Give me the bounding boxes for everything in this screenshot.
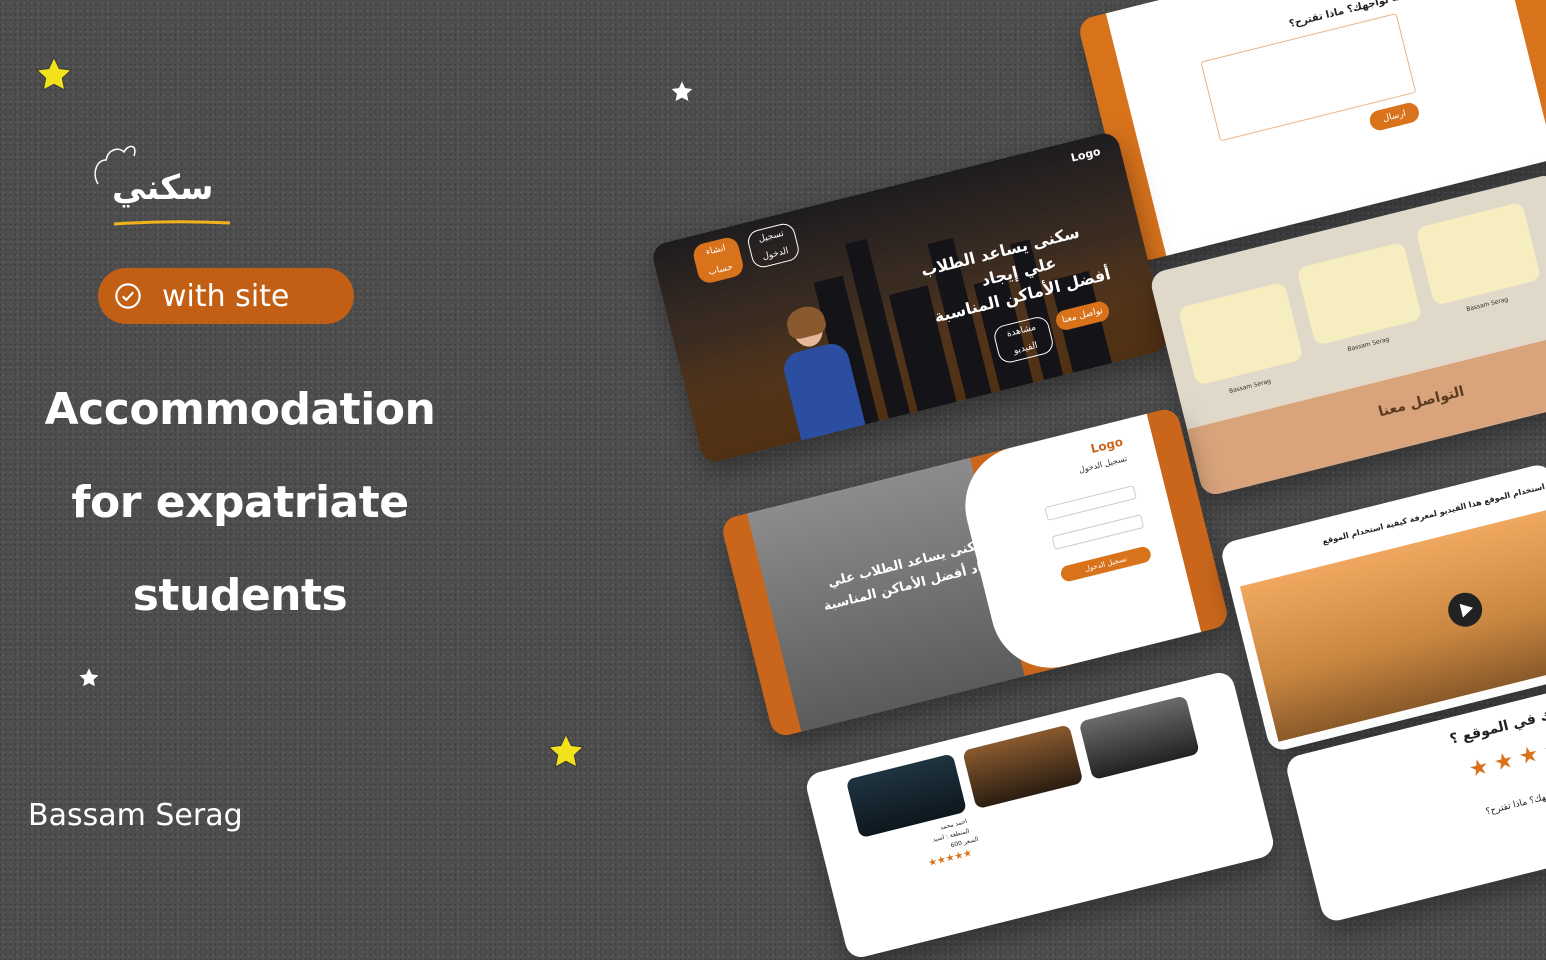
with-site-badge: with site xyxy=(98,268,354,324)
listing-stars: ★★★★★ xyxy=(927,847,974,870)
review-card xyxy=(1296,241,1423,346)
hero-signup-button: انشاء حساب xyxy=(691,235,746,286)
check-circle-icon xyxy=(115,283,141,309)
listing-card xyxy=(962,724,1084,810)
review-name-2: Bassam Serag xyxy=(1346,335,1391,354)
star-icon-yellow-top xyxy=(35,56,73,91)
review-card xyxy=(1415,201,1542,306)
author-name: Bassam Serag xyxy=(28,798,243,833)
headline-line-2: for expatriate xyxy=(71,477,409,528)
listing-card xyxy=(1078,695,1200,781)
review-name-3: Bassam Serag xyxy=(1465,296,1509,314)
star-icon-white-bottom xyxy=(79,668,99,687)
hero-login-button: تسجيل الدخول xyxy=(745,221,802,270)
logo-text: سكني xyxy=(112,168,214,208)
headline-line-1: Accommodation xyxy=(44,384,436,435)
hero-logo: Logo xyxy=(1069,144,1102,165)
headline-line-3: students xyxy=(132,570,348,621)
mockup-hero: Logo سكنى يساعد الطلاب علي إيجاد أفضل ال… xyxy=(649,130,1171,465)
rating-question-2: تواجهك؟ ماذا تقترح؟ xyxy=(1484,789,1546,818)
brand-logo: سكني xyxy=(90,140,240,235)
review-name-1: Bassam Serag xyxy=(1228,377,1272,396)
review-card xyxy=(1177,281,1304,386)
badge-label: with site xyxy=(162,278,290,314)
star-icon-white-top xyxy=(671,81,693,101)
rating-question: رأيك في الموقع ؟ xyxy=(1448,702,1546,748)
star-icon-yellow-bottom xyxy=(547,733,585,768)
logo-underline xyxy=(113,220,231,226)
